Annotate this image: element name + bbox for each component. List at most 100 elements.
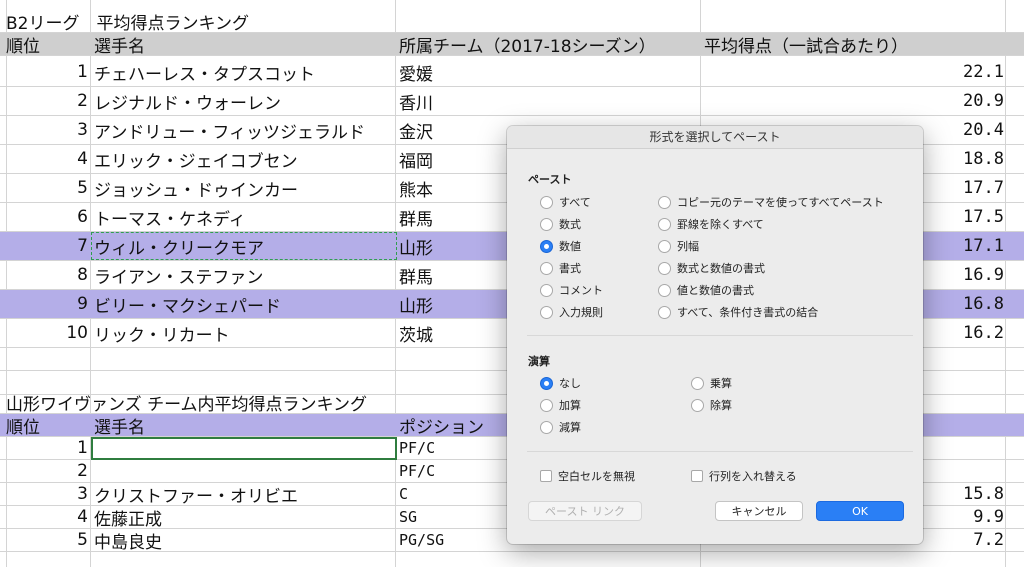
radio-button[interactable]	[540, 283, 553, 297]
paste-option[interactable]: すべて	[540, 194, 591, 210]
player-name-cell[interactable]	[94, 460, 394, 482]
active-cell[interactable]	[91, 437, 397, 460]
ok-button[interactable]: OK	[816, 501, 904, 521]
header-name[interactable]: 選手名	[94, 414, 394, 437]
option-label: すべて	[559, 196, 591, 209]
rank-cell[interactable]: 1	[6, 437, 90, 459]
avg-points-cell[interactable]: 22.1	[702, 58, 1004, 86]
header-rank[interactable]: 順位	[6, 414, 90, 437]
avg-points-cell[interactable]: 20.9	[702, 87, 1004, 115]
option-label: 加算	[559, 399, 581, 412]
table-row: 2 レジナルド・ウォーレン 香川 20.9	[0, 87, 1024, 116]
player-name-cell[interactable]: エリック・ジェイコブセン	[94, 145, 394, 173]
option-label: 列幅	[677, 240, 699, 253]
radio-button[interactable]	[691, 398, 704, 412]
rank-cell[interactable]: 5	[6, 529, 90, 551]
operation-option[interactable]: 除算	[691, 397, 732, 413]
player-name-cell[interactable]: クリストファー・オリビエ	[94, 483, 394, 506]
radio-button[interactable]	[540, 420, 553, 434]
radio-button[interactable]	[658, 261, 671, 275]
player-name-cell[interactable]: トーマス・ケネディ	[94, 203, 394, 231]
table1-title[interactable]: B2リーグ 平均得点ランキング	[6, 10, 386, 33]
radio-button[interactable]	[658, 305, 671, 319]
radio-button[interactable]	[691, 376, 704, 390]
option-label: すべて、条件付き書式の結合	[677, 306, 819, 319]
operation-option[interactable]: なし	[540, 375, 581, 391]
radio-button[interactable]	[658, 239, 671, 253]
rank-cell[interactable]: 6	[6, 203, 90, 231]
paste-option[interactable]: 数式と数値の書式	[658, 260, 765, 276]
team-cell[interactable]: 愛媛	[399, 58, 699, 86]
paste-link-button[interactable]: ペースト リンク	[528, 501, 642, 521]
paste-option[interactable]: 値と数値の書式	[658, 282, 754, 298]
rank-cell[interactable]: 4	[6, 145, 90, 173]
radio-button[interactable]	[540, 261, 553, 275]
checkbox-box[interactable]	[540, 470, 552, 482]
option-label: 罫線を除くすべて	[677, 218, 764, 231]
header-rank[interactable]: 順位	[6, 33, 90, 56]
player-name-cell[interactable]: アンドリュー・フィッツジェラルド	[94, 116, 394, 144]
radio-button[interactable]	[540, 239, 553, 253]
radio-button[interactable]	[540, 217, 553, 231]
header-team[interactable]: 所属チーム（2017-18シーズン）	[399, 33, 699, 56]
radio-button[interactable]	[540, 305, 553, 319]
copy-marquee	[91, 232, 397, 260]
player-name-cell[interactable]: 中島良史	[94, 529, 394, 552]
paste-option[interactable]: 数値	[540, 238, 581, 254]
radio-button[interactable]	[540, 398, 553, 412]
radio-button[interactable]	[658, 195, 671, 209]
option-label: コピー元のテーマを使ってすべてペースト	[677, 196, 884, 209]
player-name-cell[interactable]: ジョッシュ・ドゥインカー	[94, 174, 394, 202]
paste-option[interactable]: 列幅	[658, 238, 699, 254]
player-name-cell[interactable]: リック・リカート	[94, 319, 394, 347]
rank-cell[interactable]: 8	[6, 261, 90, 289]
rank-cell[interactable]: 7	[6, 232, 90, 260]
header-avg[interactable]: 平均得点（一試合あたり）	[704, 33, 1004, 56]
paste-option[interactable]: コメント	[540, 282, 603, 298]
paste-option[interactable]: コピー元のテーマを使ってすべてペースト	[658, 194, 884, 210]
paste-option[interactable]: 数式	[540, 216, 581, 232]
option-label: 乗算	[710, 377, 732, 390]
radio-button[interactable]	[540, 195, 553, 209]
paste-option[interactable]: 罫線を除くすべて	[658, 216, 764, 232]
paste-option[interactable]: すべて、条件付き書式の結合	[658, 304, 818, 320]
radio-button[interactable]	[658, 283, 671, 297]
rank-cell[interactable]: 3	[6, 483, 90, 505]
radio-button[interactable]	[658, 217, 671, 231]
rank-cell[interactable]: 4	[6, 506, 90, 528]
rank-cell[interactable]: 2	[6, 87, 90, 115]
team-cell[interactable]: 香川	[399, 87, 699, 115]
rank-cell[interactable]: 5	[6, 174, 90, 202]
rank-cell[interactable]: 1	[6, 58, 90, 86]
skip-blanks-checkbox[interactable]: 空白セルを無視	[540, 468, 635, 484]
operation-option[interactable]: 乗算	[691, 375, 732, 391]
player-name-cell[interactable]: ビリー・マクシェパード	[94, 290, 394, 318]
skip-blanks-label: 空白セルを無視	[558, 470, 635, 483]
option-label: なし	[559, 377, 581, 390]
operation-option[interactable]: 減算	[540, 419, 581, 435]
transpose-checkbox[interactable]: 行列を入れ替える	[691, 468, 797, 484]
rank-cell[interactable]: 10	[6, 319, 90, 347]
operation-option[interactable]: 加算	[540, 397, 581, 413]
player-name-cell[interactable]: ライアン・ステファン	[94, 261, 394, 289]
transpose-label: 行列を入れ替える	[709, 470, 797, 483]
paste-option[interactable]: 書式	[540, 260, 581, 276]
cancel-button[interactable]: キャンセル	[715, 501, 803, 521]
rank-cell[interactable]: 2	[6, 460, 90, 482]
option-label: 数式	[559, 218, 581, 231]
radio-button[interactable]	[540, 376, 553, 390]
player-name-cell[interactable]: チェハーレス・タプスコット	[94, 58, 394, 86]
player-name-cell[interactable]: レジナルド・ウォーレン	[94, 87, 394, 115]
checkbox-box[interactable]	[691, 470, 703, 482]
option-label: 書式	[559, 262, 581, 275]
rank-cell[interactable]: 9	[6, 290, 90, 318]
option-label: 減算	[559, 421, 581, 434]
rank-cell[interactable]: 3	[6, 116, 90, 144]
paste-option[interactable]: 入力規則	[540, 304, 603, 320]
option-label: 数式と数値の書式	[677, 262, 765, 275]
header-name[interactable]: 選手名	[94, 33, 394, 56]
table2-title[interactable]: 山形ワイヴァンズ チーム内平均得点ランキング	[6, 391, 386, 414]
player-name-cell[interactable]: 佐藤正成	[94, 506, 394, 529]
table1-header-row: 順位 選手名 所属チーム（2017-18シーズン） 平均得点（一試合あたり）	[0, 33, 1024, 56]
table1-title-row: B2リーグ 平均得点ランキング	[0, 10, 1024, 33]
